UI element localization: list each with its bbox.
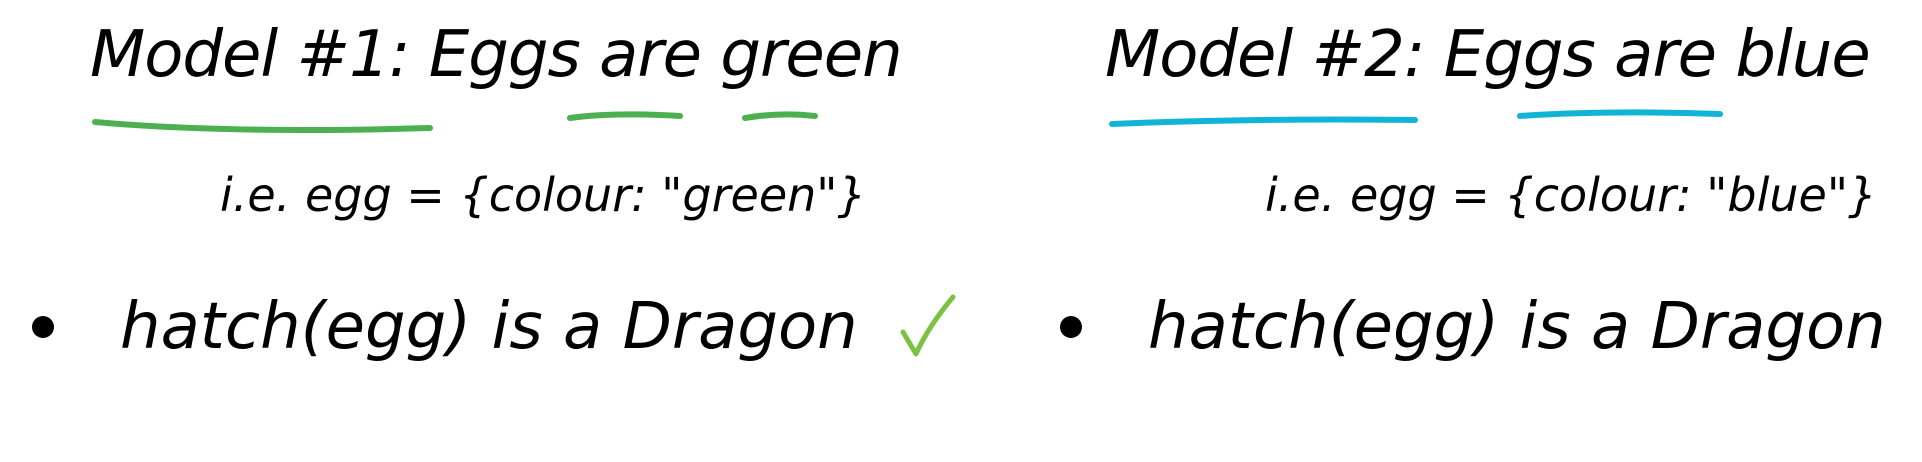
model-1-formula: i.e. egg = {colour: "green"} <box>220 168 867 222</box>
bullet-dot <box>32 316 54 338</box>
model-1-bullet-text: hatch(egg) is a Dragon <box>120 290 858 364</box>
model-2-panel: Model #2: Eggs are blue i.e. egg = {colo… <box>1000 0 1922 462</box>
underline-are <box>567 111 683 121</box>
model-1-bullet: hatch(egg) is a Dragon <box>32 290 958 364</box>
model-2-bullet: hatch(egg) is a Dragon <box>1060 290 1922 364</box>
model-1-title: Model #1: Eggs are green <box>90 18 903 92</box>
underline-model-1 <box>92 119 433 133</box>
check-mark-icon <box>900 294 956 357</box>
model-1-panel: Model #1: Eggs are green i.e. egg = {col… <box>0 0 1000 462</box>
model-2-formula: i.e. egg = {colour: "blue"} <box>1265 168 1878 222</box>
model-2-title: Model #2: Eggs are blue <box>1105 18 1871 92</box>
underline-green <box>742 111 818 121</box>
underline-are-blue <box>1517 109 1723 119</box>
bullet-dot <box>1060 316 1082 338</box>
model-2-bullet-text: hatch(egg) is a Dragon <box>1148 290 1886 364</box>
underline-model-2 <box>1109 116 1418 127</box>
